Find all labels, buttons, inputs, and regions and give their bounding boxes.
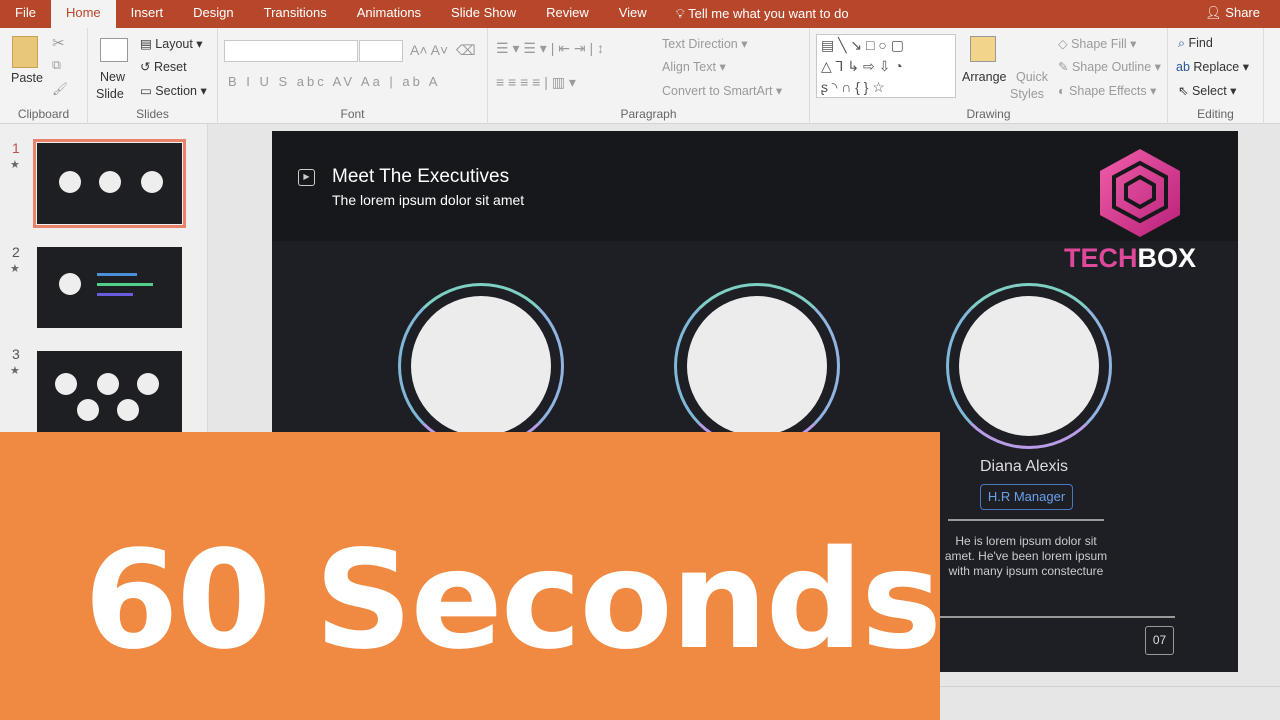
- executive-photo-2[interactable]: [674, 283, 840, 449]
- section-button[interactable]: ▭ Section ▾: [140, 83, 207, 98]
- paste-icon: [12, 36, 38, 68]
- tab-slide-show[interactable]: Slide Show: [436, 0, 531, 28]
- text-direction-button[interactable]: Text Direction ▾: [662, 36, 747, 51]
- clipboard-label: Clipboard: [17, 107, 70, 121]
- font-format-icons[interactable]: B I U S abc AV Aa | ab A: [228, 74, 440, 89]
- ribbon-tabs: File Home Insert Design Transitions Anim…: [0, 0, 1280, 28]
- slide-thumbnail-3[interactable]: [37, 351, 182, 432]
- executive-name: Diana Alexis: [979, 458, 1069, 475]
- list-icons[interactable]: ☰ ▾ ☰ ▾ | ⇤ ⇥ | ↕: [496, 40, 604, 57]
- shape-effects-button[interactable]: ◐ Shape Effects ▾: [1058, 83, 1156, 98]
- slide-number: 1: [12, 140, 20, 156]
- slide-subtitle: The lorem ipsum dolor sit amet: [332, 192, 525, 208]
- select-button[interactable]: ⇖ Select ▾: [1178, 83, 1236, 98]
- font-label: Font: [340, 107, 365, 121]
- quick-styles-button[interactable]: Quick: [1016, 70, 1048, 84]
- shapes-gallery[interactable]: ▤ ╲ ↘ □ ○ ▢ △ ⅂ ↳ ⇨ ⇩ ◔ ʂ ◝ ∩ { } ☆: [816, 34, 956, 98]
- share-button[interactable]: 👤︎ Share: [1205, 5, 1260, 21]
- reset-icon: ↺: [140, 60, 154, 74]
- slide-title: Meet The Executives: [332, 166, 510, 187]
- tab-transitions[interactable]: Transitions: [249, 0, 342, 28]
- layout-icon: ▤: [140, 37, 156, 51]
- align-icons[interactable]: ≡ ≡ ≡ ≡ | ▥ ▾: [496, 74, 576, 91]
- convert-smartart-button[interactable]: Convert to SmartArt ▾: [662, 83, 782, 98]
- drawing-label: Drawing: [966, 107, 1011, 121]
- arrange-icon: [970, 36, 996, 62]
- tab-animations[interactable]: Animations: [342, 0, 436, 28]
- drawing-group: ▤ ╲ ↘ □ ○ ▢ △ ⅂ ↳ ⇨ ⇩ ◔ ʂ ◝ ∩ { } ☆ Arrang…: [810, 28, 1168, 124]
- new-slide-label[interactable]: Slide: [96, 87, 124, 101]
- animation-star-icon: ★: [10, 263, 20, 275]
- paragraph-group: ☰ ▾ ☰ ▾ | ⇤ ⇥ | ↕ ≡ ≡ ≡ ≡ | ▥ ▾ Text Dir…: [488, 28, 810, 124]
- new-slide-button[interactable]: New: [100, 70, 125, 84]
- copy-icon[interactable]: ⧉: [52, 58, 61, 73]
- align-text-button[interactable]: Align Text ▾: [662, 59, 726, 74]
- replace-icon: ab: [1176, 60, 1194, 74]
- slide-thumbnail-1[interactable]: [33, 139, 186, 228]
- find-button[interactable]: ⌕ Find: [1178, 36, 1213, 51]
- tab-design[interactable]: Design: [178, 0, 248, 28]
- lightbulb-icon: 💡︎: [675, 6, 689, 21]
- overlay-title: 60 Seconds: [84, 522, 942, 680]
- arrange-button[interactable]: Arrange: [962, 70, 1006, 84]
- font-grow-shrink-icons[interactable]: A˄ A˅ ⌫: [410, 42, 476, 59]
- font-size-select[interactable]: [359, 40, 403, 62]
- font-name-select[interactable]: [224, 40, 358, 62]
- techbox-logo-text: TECHBOX: [1064, 243, 1197, 273]
- page-number: 07: [1145, 626, 1174, 655]
- executive-bio: He is lorem ipsum dolor sit amet. He've …: [944, 534, 1108, 578]
- new-slide-icon: [100, 38, 128, 62]
- shape-outline-button[interactable]: ✎ Shape Outline ▾: [1058, 59, 1161, 74]
- tab-file[interactable]: File: [0, 0, 51, 28]
- slide-number: 3: [12, 346, 20, 362]
- tab-insert[interactable]: Insert: [116, 0, 179, 28]
- replace-button[interactable]: ab Replace ▾: [1176, 59, 1249, 74]
- executive-photo-1[interactable]: [398, 283, 564, 449]
- paragraph-label: Paragraph: [620, 107, 677, 121]
- animation-star-icon: ★: [10, 365, 20, 377]
- paste-button[interactable]: Paste: [11, 71, 43, 85]
- divider: [948, 519, 1104, 521]
- layout-button[interactable]: ▤ Layout ▾: [140, 36, 203, 51]
- role-badge: H.R Manager: [980, 484, 1073, 510]
- tab-home[interactable]: Home: [50, 0, 116, 28]
- ribbon: Paste ✂ ⧉ 🖌︎ Clipboard New Slide ▤ Layou…: [0, 28, 1280, 124]
- slides-group: New Slide ▤ Layout ▾ ↺ Reset ▭ Section ▾…: [88, 28, 218, 124]
- cut-icon[interactable]: ✂: [52, 34, 65, 52]
- executive-photo-3[interactable]: [946, 283, 1112, 449]
- clipboard-group: Paste ✂ ⧉ 🖌︎ Clipboard: [0, 28, 88, 124]
- format-painter-icon[interactable]: 🖌︎: [52, 82, 68, 97]
- animation-star-icon: ★: [10, 159, 20, 171]
- section-icon: ▭: [140, 84, 156, 98]
- play-icon: ▶: [298, 169, 315, 186]
- slide-thumbnail-2[interactable]: [37, 247, 182, 328]
- video-overlay-banner: 60 Seconds: [0, 432, 942, 720]
- quick-styles-label[interactable]: Styles: [1010, 87, 1044, 101]
- slide-number: 2: [12, 244, 20, 260]
- reset-button[interactable]: ↺ Reset: [140, 59, 187, 74]
- font-group: A˄ A˅ ⌫ B I U S abc AV Aa | ab A Font: [218, 28, 488, 124]
- person-icon: 👤︎: [1205, 5, 1226, 20]
- cursor-icon: ⇖: [1178, 84, 1192, 98]
- tab-view[interactable]: View: [604, 0, 662, 28]
- slides-label: Slides: [136, 107, 169, 121]
- editing-label: Editing: [1197, 107, 1234, 121]
- search-icon: ⌕: [1178, 36, 1189, 50]
- techbox-logo-icon: [1100, 149, 1180, 237]
- editing-group: ⌕ Find ab Replace ▾ ⇖ Select ▾ Editing: [1168, 28, 1264, 124]
- tell-me-search[interactable]: 💡︎ Tell me what you want to do: [676, 6, 849, 22]
- shape-fill-button[interactable]: ◇ Shape Fill ▾: [1058, 36, 1136, 51]
- tab-review[interactable]: Review: [531, 0, 604, 28]
